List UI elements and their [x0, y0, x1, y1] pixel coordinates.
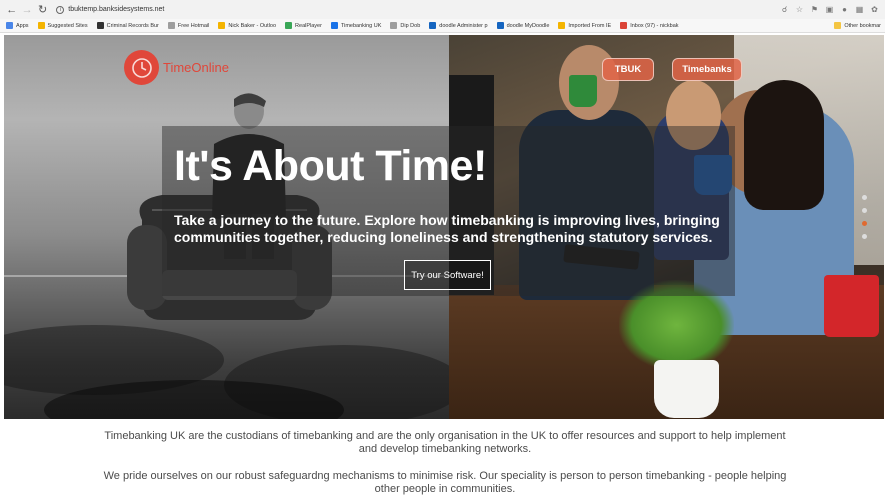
bookmark-favicon-icon	[96, 22, 104, 29]
hero-headline: It's About Time!	[174, 142, 487, 190]
bookmark-favicon-icon	[496, 22, 504, 29]
bookmark-item[interactable]: Criminal Records Bur	[96, 22, 159, 29]
slider-dot[interactable]	[862, 195, 867, 200]
site-logo[interactable]: TimeOnline	[124, 50, 229, 85]
bookmark-label: Criminal Records Bur	[106, 22, 159, 29]
bookmark-item[interactable]: Dip Dob	[390, 22, 420, 29]
bookmark-item[interactable]: Free Hotmail	[167, 22, 210, 29]
bookmark-item[interactable]: Inbox (97) - nickbak	[620, 22, 679, 29]
nav-timebanks[interactable]: Timebanks	[672, 58, 742, 81]
bookmark-item[interactable]: Nick Baker - Outloo	[218, 22, 276, 29]
bookmark-item[interactable]: Timebanking UK	[330, 22, 382, 29]
bookmark-label: doodle MyDoodle	[506, 22, 550, 29]
bookmark-label: Free Hotmail	[177, 22, 210, 29]
bookmark-label: Apps	[16, 22, 29, 29]
info-icon[interactable]: i	[56, 5, 65, 14]
bookmark-favicon-icon	[620, 22, 628, 29]
bookmark-favicon-icon	[37, 22, 45, 29]
zoom-icon[interactable]: ☌	[780, 5, 789, 14]
clock-face-icon	[131, 57, 152, 78]
star-icon[interactable]: ☆	[795, 5, 804, 14]
browser-toolbar: ← → ↻ i tbuktemp.banksidesystems.net ☌ ☆…	[0, 0, 885, 19]
red-cup-icon	[824, 275, 879, 337]
other-bookmarks-label: Other bookmar	[844, 22, 881, 29]
slider-pagination	[862, 195, 868, 247]
bookmark-favicon-icon	[390, 22, 398, 29]
extension-square-icon[interactable]: ▣	[825, 5, 834, 14]
slider-dot[interactable]	[862, 208, 867, 213]
back-arrow-icon[interactable]: ←	[6, 4, 17, 16]
toolbar-actions: ☌ ☆ ⚑ ▣ ● ▦ ✿	[780, 5, 879, 14]
bookmark-item[interactable]: Suggested Sites	[37, 22, 88, 29]
intro-section: Timebanking UK are the custodians of tim…	[100, 430, 790, 499]
bookmark-item[interactable]: RealPlayer	[285, 22, 322, 29]
bookmark-label: Inbox (97) - nickbak	[630, 22, 679, 29]
extension-flag-icon[interactable]: ⚑	[810, 5, 819, 14]
green-cup-icon	[569, 75, 597, 107]
bookmark-favicon-icon	[285, 22, 293, 29]
address-bar[interactable]: i tbuktemp.banksidesystems.net	[56, 3, 780, 17]
bookmark-label: Suggested Sites	[47, 22, 88, 29]
bookmark-favicon-icon	[558, 22, 566, 29]
bookmark-label: Dip Dob	[400, 22, 421, 29]
bookmark-favicon-icon	[429, 22, 437, 29]
bookmark-item[interactable]: doodle MyDoodle	[496, 22, 550, 29]
extension-person-icon[interactable]: ●	[840, 5, 849, 14]
other-bookmarks[interactable]: Other bookmar	[834, 22, 881, 29]
bookmark-label: Nick Baker - Outloo	[228, 22, 277, 29]
bookmark-label: Imported From IE	[568, 22, 612, 29]
bookmark-label: doodle Administer p	[439, 22, 488, 29]
try-software-button[interactable]: Try our Software!	[404, 260, 491, 290]
intro-paragraph-1: Timebanking UK are the custodians of tim…	[104, 430, 786, 455]
extension-bird-icon[interactable]: ✿	[870, 5, 879, 14]
person-woman-right-hair	[744, 80, 824, 210]
logo-text: TimeOnline	[163, 60, 229, 75]
plant-pot-icon	[654, 360, 719, 418]
extension-grid-icon[interactable]: ▦	[855, 5, 864, 14]
bookmark-favicon-icon	[218, 22, 226, 29]
bookmark-favicon-icon	[167, 22, 175, 29]
slider-dot-active[interactable]	[862, 221, 867, 226]
nav-tbuk[interactable]: TBUK	[602, 58, 654, 81]
logo-mark-icon	[124, 50, 159, 85]
bookmark-label: RealPlayer	[295, 22, 322, 29]
bookmark-item[interactable]: Imported From IE	[558, 22, 611, 29]
reload-icon[interactable]: ↻	[37, 4, 48, 16]
apps-grid-icon	[6, 22, 13, 29]
hero-subline: Take a journey to the future. Explore ho…	[174, 212, 720, 245]
bookmark-favicon-icon	[330, 22, 338, 29]
bookmark-label: Timebanking UK	[340, 22, 382, 29]
slider-dot[interactable]	[862, 234, 867, 239]
bookmark-item[interactable]: Apps	[6, 22, 29, 29]
url-text: tbuktemp.banksidesystems.net	[68, 6, 165, 13]
bookmark-item[interactable]: doodle Administer p	[429, 22, 488, 29]
forward-arrow-icon[interactable]: →	[21, 4, 33, 16]
bookmarks-bar: Apps Suggested Sites Criminal Records Bur F…	[0, 19, 885, 33]
hero-banner: TimeOnline TBUK Timebanks It's About Tim…	[4, 35, 884, 419]
intro-paragraph-2: We pride ourselves on our robust safegua…	[103, 470, 787, 495]
folder-icon	[834, 22, 842, 29]
